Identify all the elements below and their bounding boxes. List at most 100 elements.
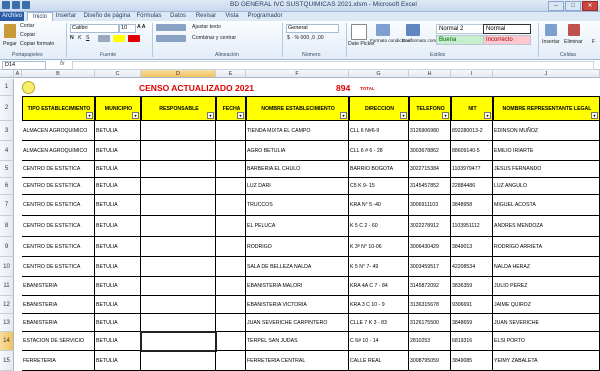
paste-button[interactable]: Pegar — [3, 41, 17, 47]
table-cell-fecha[interactable] — [216, 277, 246, 296]
table-cell-nombre[interactable]: TRUCCOS — [246, 195, 349, 216]
table-cell-tipo[interactable]: EBANISTERIA — [22, 277, 95, 296]
quick-access-toolbar[interactable] — [2, 1, 30, 10]
borders-icon[interactable] — [98, 35, 110, 42]
table-cell-fecha[interactable] — [216, 351, 246, 371]
table-cell-nit[interactable]: 3848958 — [451, 195, 493, 216]
table-cell-representante[interactable]: MIGUEL ACOSTA — [493, 195, 600, 216]
style-normal2[interactable]: Normal 2 — [436, 24, 484, 34]
column-header-e[interactable]: E — [216, 70, 246, 78]
table-cell-responsable[interactable] — [141, 314, 216, 332]
table-cell-representante[interactable]: ANDRES MENDOZA — [493, 216, 600, 237]
insert-cells-icon[interactable] — [545, 24, 557, 36]
merge-center-button[interactable]: Combinar y centrar — [192, 35, 236, 41]
style-good[interactable]: Buena — [436, 35, 484, 45]
name-box[interactable]: D14 — [2, 61, 46, 70]
table-cell-responsable[interactable] — [141, 178, 216, 195]
table-cell-representante[interactable]: EMILIO IRIARTE — [493, 141, 600, 161]
spreadsheet-grid[interactable]: CENSO ACTUALIZADO 2021 894 TOTAL TIPO ES… — [14, 79, 600, 371]
minimize-button[interactable]: – — [548, 1, 564, 11]
row-header[interactable]: 14 — [0, 332, 14, 351]
table-cell-telefono[interactable]: 3006430429 — [409, 237, 451, 257]
table-cell-telefono[interactable]: 3126175500 — [409, 314, 451, 332]
table-cell-municipio[interactable]: BETULIA — [95, 195, 141, 216]
tab-datos[interactable]: Datos — [166, 12, 190, 21]
table-cell-fecha[interactable] — [216, 216, 246, 237]
table-cell-municipio[interactable]: BETULIA — [95, 121, 141, 141]
table-cell-tipo[interactable]: CENTRO DE ESTETICA — [22, 216, 95, 237]
table-cell-responsable[interactable] — [141, 257, 216, 277]
filter-dropdown-icon[interactable]: ▾ — [400, 112, 407, 119]
table-cell-tipo[interactable]: EBANISTERIA — [22, 296, 95, 314]
filter-dropdown-icon[interactable]: ▾ — [132, 112, 139, 119]
table-cell-nit[interactable]: 3849013 — [451, 237, 493, 257]
row-header[interactable]: 2 — [0, 96, 14, 121]
table-cell-representante[interactable]: JAIME QUIROZ — [493, 296, 600, 314]
table-cell-direccion[interactable]: KRA 3 C 10 - 9 — [349, 296, 409, 314]
table-cell-direccion[interactable]: K 5 N° 7- 49 — [349, 257, 409, 277]
column-heading-telefono[interactable]: TELEFONO ▾ — [409, 96, 451, 121]
table-cell-direccion[interactable]: K 5 C 2 - 60 — [349, 216, 409, 237]
tab-formulas[interactable]: Fórmulas — [135, 12, 163, 21]
filter-dropdown-icon[interactable]: ▾ — [207, 112, 214, 119]
table-cell-nombre[interactable]: SALA DE BELLEZA NALDA — [246, 257, 349, 277]
filter-dropdown-icon[interactable]: ▾ — [237, 112, 244, 119]
row-header[interactable]: 10 — [0, 257, 14, 277]
table-cell-fecha[interactable] — [216, 121, 246, 141]
font-color-icon[interactable] — [128, 35, 140, 42]
table-cell-telefono[interactable]: 3006911103 — [409, 195, 451, 216]
cut-button[interactable]: Cortar — [20, 23, 34, 29]
table-cell-tipo[interactable]: ALMACEN AGROQUIMICO — [22, 141, 95, 161]
table-cell-nit[interactable]: 892280013-2 — [451, 121, 493, 141]
table-cell-direccion[interactable]: CLL 6 # 6 - 28 — [349, 141, 409, 161]
table-cell-representante[interactable]: EDINSON MUÑOZ — [493, 121, 600, 141]
tab-programador[interactable]: Programador — [245, 12, 285, 21]
table-cell-responsable[interactable] — [141, 161, 216, 178]
table-cell-representante[interactable]: ELSI PORTO — [493, 332, 600, 351]
column-header-f[interactable]: F — [246, 70, 349, 78]
format-painter-button[interactable]: Copiar formato — [20, 41, 54, 47]
copy-button[interactable]: Copiar — [20, 32, 35, 38]
table-cell-municipio[interactable]: BETULIA — [95, 332, 141, 351]
table-cell-representante[interactable]: RODRIGO ARRIETA — [493, 237, 600, 257]
align-icons[interactable] — [156, 24, 186, 31]
table-cell-representante[interactable]: JESUS FERNANDO — [493, 161, 600, 178]
column-heading-tipo[interactable]: TIPO ESTABLECIMIENTO ▾ — [22, 96, 95, 121]
table-cell-nombre[interactable]: BARBERIA EL CHULO — [246, 161, 349, 178]
table-cell-responsable[interactable] — [141, 296, 216, 314]
table-cell-telefono[interactable]: 3145457852 — [409, 178, 451, 195]
table-cell-fecha[interactable] — [216, 296, 246, 314]
table-cell-nombre[interactable]: EL PELUCA — [246, 216, 349, 237]
table-cell-responsable[interactable] — [141, 277, 216, 296]
table-cell-fecha[interactable] — [216, 332, 246, 351]
filter-dropdown-icon[interactable]: ▾ — [86, 112, 93, 119]
row-header[interactable]: 1 — [0, 79, 14, 96]
table-cell-responsable[interactable] — [140, 331, 217, 352]
column-heading-representante[interactable]: NOMBRE REPRESENTANTE LEGAL ▾ — [493, 96, 600, 121]
table-cell-nit[interactable]: 1103979477 — [451, 161, 493, 178]
maximize-button[interactable]: □ — [565, 1, 581, 11]
table-cell-nombre[interactable]: TERPEL SAN JUDAS — [246, 332, 349, 351]
tab-archivo[interactable]: Archivo — [0, 12, 24, 21]
table-cell-direccion[interactable]: K 3ª N° 10-06 — [349, 237, 409, 257]
row-header[interactable]: 15 — [0, 351, 14, 371]
table-cell-representante[interactable]: NALDA HERAZ — [493, 257, 600, 277]
paste-icon[interactable] — [4, 24, 16, 38]
filter-dropdown-icon[interactable]: ▾ — [442, 112, 449, 119]
table-cell-nit[interactable]: 3836359 — [451, 277, 493, 296]
table-cell-nit[interactable]: 3848659 — [451, 314, 493, 332]
table-cell-nit[interactable]: 6819316 — [451, 332, 493, 351]
table-cell-municipio[interactable]: BETULIA — [95, 277, 141, 296]
table-cell-fecha[interactable] — [216, 141, 246, 161]
format-table-icon[interactable] — [406, 24, 420, 36]
table-cell-nombre[interactable]: AGRO BETULIA — [246, 141, 349, 161]
formula-input[interactable] — [72, 61, 594, 70]
table-cell-municipio[interactable]: BETULIA — [95, 314, 141, 332]
select-all-corner[interactable] — [0, 70, 14, 78]
table-cell-direccion[interactable]: CLL 6 N#6-9 — [349, 121, 409, 141]
wrap-text-button[interactable]: Ajustar texto — [192, 24, 221, 30]
undo-icon[interactable] — [22, 1, 30, 9]
column-heading-nit[interactable]: NIT ▾ — [451, 96, 493, 121]
font-size-select[interactable]: 10 — [119, 24, 136, 33]
table-cell-nombre[interactable]: TIENDA MIXTA EL CAMPO — [246, 121, 349, 141]
